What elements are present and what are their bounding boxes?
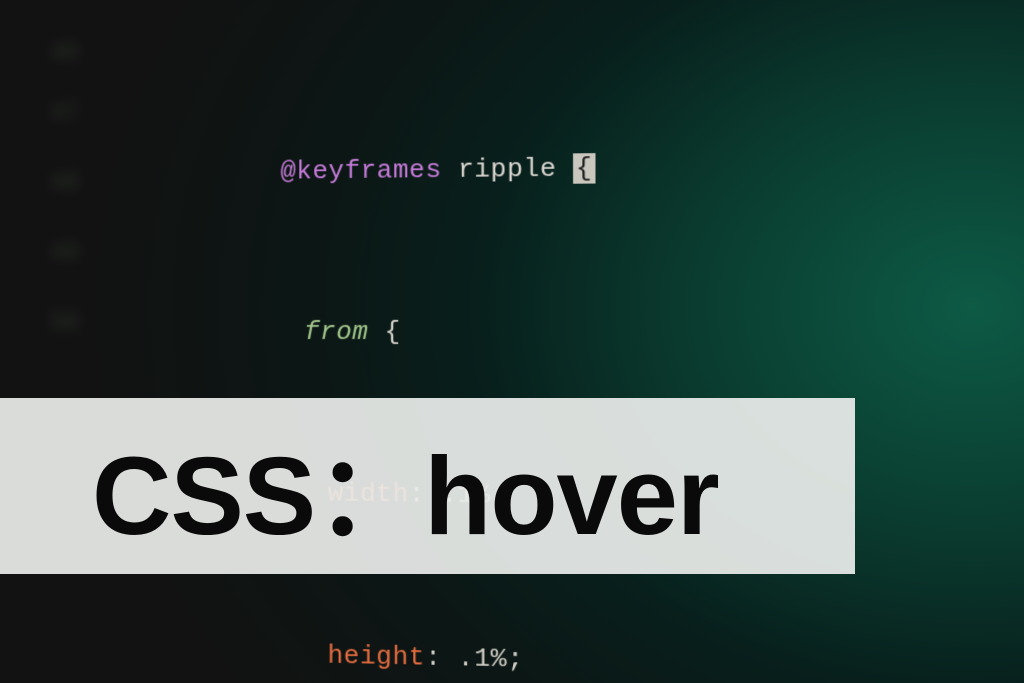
- title-banner: CSS：hover: [0, 398, 855, 574]
- token-identifier: ripple: [458, 153, 573, 184]
- code-editor[interactable]: @keyframes ripple { from { width: .1%; h…: [5, 0, 1024, 683]
- token-punct: ;: [507, 644, 524, 675]
- code-line: height: .1%;: [280, 635, 1024, 683]
- cursor-icon: {: [573, 153, 596, 184]
- token-property: height: [328, 641, 425, 673]
- token-keyword: from: [304, 317, 385, 347]
- code-line: @keyframes ripple {: [280, 143, 1024, 192]
- code-line: from {: [280, 311, 1024, 353]
- token-atrule: @keyframes: [280, 155, 457, 187]
- banner-title: CSS：hover: [92, 406, 719, 566]
- token-punct: :: [425, 643, 458, 674]
- code-block: @keyframes ripple { from { width: .1%; h…: [277, 17, 1024, 683]
- token-value: .1%: [458, 643, 507, 675]
- token-brace: {: [385, 317, 401, 347]
